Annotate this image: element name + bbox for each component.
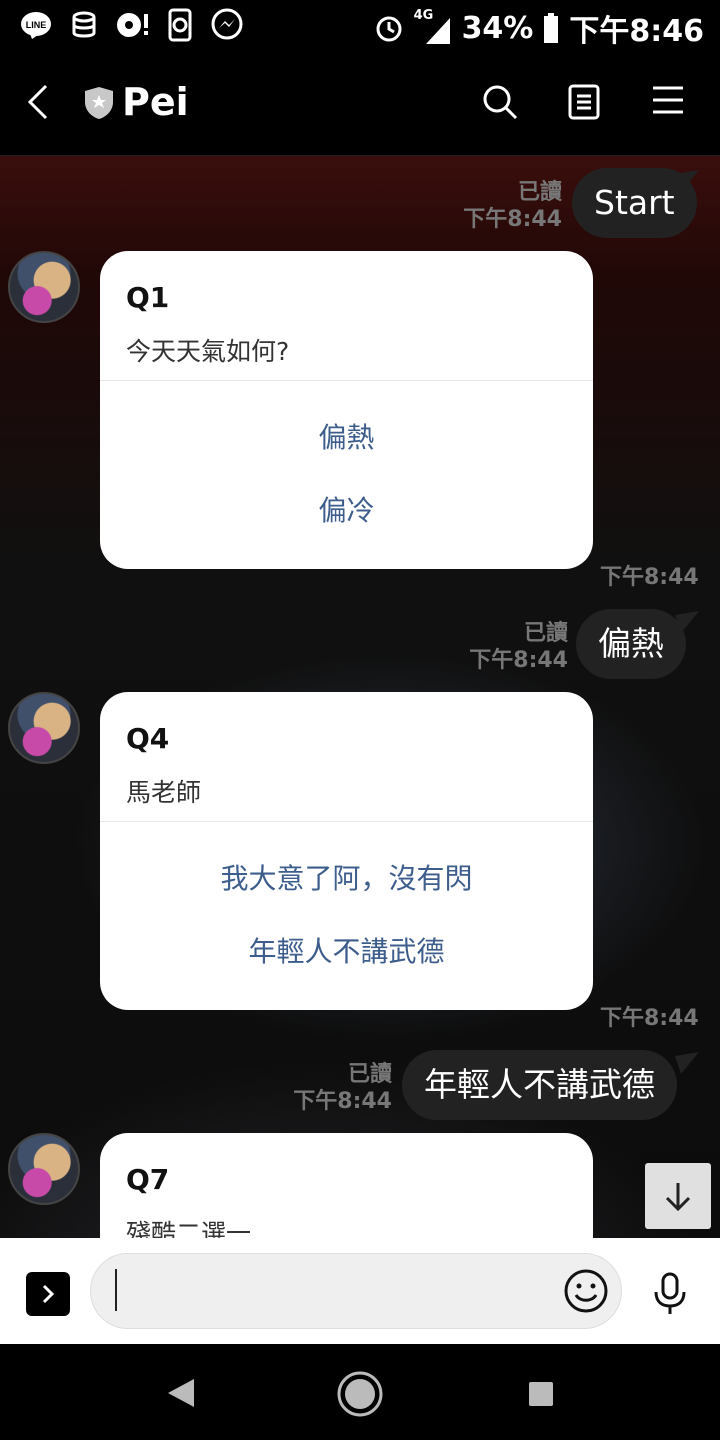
card-subtitle: 馬老師 xyxy=(126,778,202,807)
text-caret xyxy=(115,1269,117,1311)
bubble-tail xyxy=(675,611,699,633)
chat-header: Pei xyxy=(0,50,720,156)
sent-message[interactable]: 年輕人不講武德 xyxy=(402,1050,677,1120)
chevron-right-icon xyxy=(42,1284,55,1304)
card-options: 我大意了阿，沒有閃 年輕人不講武德 xyxy=(100,822,593,1010)
notification-icons: LINE xyxy=(20,8,244,42)
message-time: 下午8:44 xyxy=(600,565,699,590)
message-time: 下午8:44 xyxy=(463,207,562,232)
card-header: Q4 馬老師 xyxy=(100,692,593,822)
battery-icon xyxy=(544,13,559,43)
message-meta: 已讀 下午8:44 xyxy=(460,179,562,233)
read-receipt: 已讀 xyxy=(523,621,568,646)
card-title: Q7 xyxy=(126,1163,170,1196)
search-icon[interactable] xyxy=(482,84,518,120)
arrow-down-icon xyxy=(665,1183,691,1212)
clock: 下午8:46 xyxy=(569,14,704,49)
recents-nav-icon[interactable] xyxy=(528,1381,554,1407)
card-title: Q1 xyxy=(126,281,170,314)
home-nav-icon[interactable] xyxy=(336,1370,384,1418)
card-header: Q7 殘酷二選一 xyxy=(100,1133,593,1238)
card-subtitle: 殘酷二選一 xyxy=(126,1219,252,1238)
message-meta: 已讀 下午8:44 xyxy=(290,1061,392,1115)
status-indicators: 4G 34% 下午8:46 xyxy=(374,6,704,50)
notes-icon[interactable] xyxy=(568,84,600,120)
sent-message[interactable]: 偏熱 xyxy=(576,609,686,679)
read-receipt: 已讀 xyxy=(517,180,562,205)
avatar[interactable] xyxy=(8,1133,80,1205)
card-subtitle: 今天天氣如何? xyxy=(126,337,290,366)
message-time: 下午8:44 xyxy=(600,1006,699,1031)
question-card: Q4 馬老師 我大意了阿，沒有閃 年輕人不講武德 xyxy=(100,692,593,1010)
media-icon xyxy=(117,13,148,37)
svg-text:LINE: LINE xyxy=(26,20,47,30)
status-bar: LINE 4G 34% 下午8:46 xyxy=(0,0,720,50)
question-card: Q7 殘酷二選一 xyxy=(100,1133,593,1238)
card-title: Q4 xyxy=(126,722,170,755)
option-button[interactable]: 偏熱 xyxy=(100,401,593,474)
shield-icon xyxy=(85,87,113,119)
expand-button[interactable] xyxy=(26,1272,70,1316)
battery-level: 34% xyxy=(461,10,534,46)
message-input-bar xyxy=(0,1238,720,1344)
scroll-to-bottom-button[interactable] xyxy=(645,1163,711,1229)
avatar[interactable] xyxy=(8,692,80,764)
back-arrow-icon[interactable] xyxy=(24,82,52,122)
card-header: Q1 今天天氣如何? xyxy=(100,251,593,381)
avatar[interactable] xyxy=(8,251,80,323)
chat-area[interactable]: 已讀 下午8:44 Start Q1 今天天氣如何? 偏熱 偏冷 下午8:44 … xyxy=(0,156,720,1238)
option-button[interactable]: 我大意了阿，沒有閃 xyxy=(100,842,593,915)
question-card: Q1 今天天氣如何? 偏熱 偏冷 xyxy=(100,251,593,569)
message-time: 下午8:44 xyxy=(469,648,568,673)
read-receipt: 已讀 xyxy=(347,1062,392,1087)
database-icon xyxy=(72,11,96,38)
chat-title: Pei xyxy=(122,80,189,124)
message-time: 下午8:44 xyxy=(293,1089,392,1114)
message-meta: 已讀 下午8:44 xyxy=(466,620,568,674)
option-button[interactable]: 年輕人不講武德 xyxy=(100,915,593,988)
menu-icon[interactable] xyxy=(652,84,684,116)
bubble-tail xyxy=(675,1052,699,1074)
message-input[interactable] xyxy=(90,1253,622,1329)
microphone-icon[interactable] xyxy=(650,1272,690,1316)
signal-icon: 4G xyxy=(414,8,452,44)
card-options: 偏熱 偏冷 xyxy=(100,381,593,569)
back-nav-icon[interactable] xyxy=(166,1377,196,1409)
line-icon: LINE xyxy=(21,12,51,39)
emoji-icon[interactable] xyxy=(563,1268,609,1314)
messenger-icon xyxy=(211,8,243,40)
system-navigation-bar xyxy=(0,1344,720,1440)
bubble-tail xyxy=(675,170,699,192)
alarm-icon xyxy=(376,16,402,42)
recording-icon xyxy=(168,8,192,42)
option-button[interactable]: 偏冷 xyxy=(100,474,593,547)
